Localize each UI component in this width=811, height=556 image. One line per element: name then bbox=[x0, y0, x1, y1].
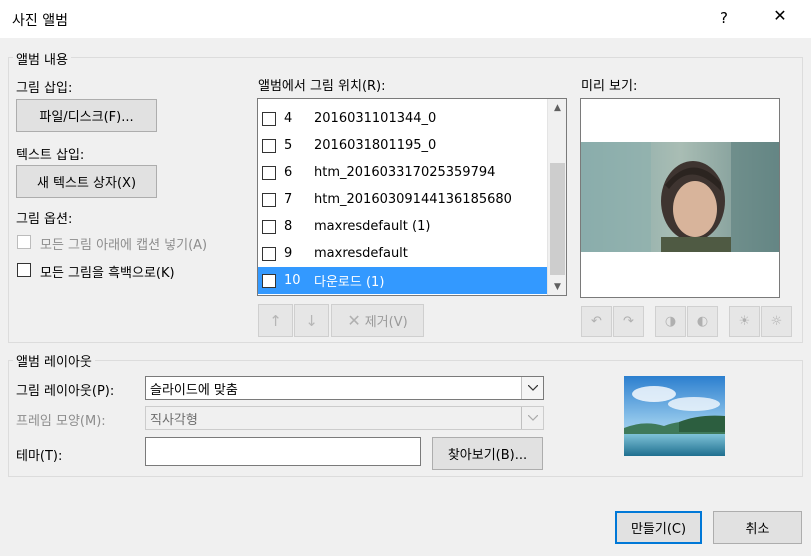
cancel-button[interactable]: 취소 bbox=[713, 511, 802, 544]
contrast-less-button[interactable]: ◐ bbox=[687, 306, 718, 337]
create-button[interactable]: 만들기(C) bbox=[615, 511, 702, 544]
list-item-number: 8 bbox=[284, 219, 293, 234]
brightness-less-icon: ☼ bbox=[770, 314, 783, 329]
picture-layout-value: 슬라이드에 맞춤 bbox=[150, 382, 238, 398]
title-bar bbox=[0, 0, 811, 38]
list-item[interactable]: 9 maxresdefault bbox=[258, 240, 547, 267]
arrow-down-icon: ↓ bbox=[305, 311, 318, 330]
move-up-button[interactable]: ↑ bbox=[258, 304, 293, 337]
list-item[interactable]: 4 2016031101344_0 bbox=[258, 105, 547, 132]
window-title: 사진 앨범 bbox=[12, 13, 68, 29]
arrow-up-icon: ↑ bbox=[269, 311, 282, 330]
insert-text-label: 텍스트 삽입: bbox=[16, 148, 85, 163]
picture-layout-label: 그림 레이아웃(P): bbox=[16, 384, 115, 399]
rotate-left-icon: ↶ bbox=[591, 314, 602, 329]
list-item[interactable]: 8 maxresdefault (1) bbox=[258, 213, 547, 240]
rotate-left-button[interactable]: ↶ bbox=[581, 306, 612, 337]
album-layout-legend: 앨범 레이아웃 bbox=[13, 351, 95, 370]
file-disk-button[interactable]: 파일/디스크(F)... bbox=[16, 99, 157, 132]
list-item-number: 9 bbox=[284, 246, 293, 261]
list-item-checkbox[interactable] bbox=[262, 219, 276, 234]
pictures-listbox[interactable]: 4 2016031101344_0 5 2016031801195_0 6 htm_201… bbox=[257, 98, 567, 296]
close-button[interactable]: ✕ bbox=[770, 6, 790, 30]
list-item-name: htm_20160309144136185680 bbox=[314, 192, 512, 207]
contrast-less-icon: ◐ bbox=[696, 314, 709, 329]
list-item[interactable] bbox=[258, 99, 547, 104]
list-item-checkbox[interactable] bbox=[262, 273, 276, 288]
insert-picture-label: 그림 삽입: bbox=[16, 81, 73, 96]
theme-input[interactable] bbox=[145, 437, 421, 466]
new-textbox-button[interactable]: 새 텍스트 상자(X) bbox=[16, 165, 157, 198]
chevron-down-icon bbox=[521, 377, 543, 399]
black-white-label: 모든 그림을 흑백으로(K) bbox=[40, 266, 175, 281]
list-item-name: 다운로드 (1) bbox=[314, 275, 385, 290]
frame-shape-select[interactable]: 직사각형 bbox=[145, 406, 544, 430]
list-item[interactable]: 5 2016031801195_0 bbox=[258, 132, 547, 159]
frame-shape-value: 직사각형 bbox=[150, 412, 198, 428]
brightness-more-icon: ☀ bbox=[738, 314, 751, 329]
browse-button[interactable]: 찾아보기(B)... bbox=[432, 437, 543, 470]
chevron-down-icon bbox=[521, 407, 543, 429]
list-item-number: 7 bbox=[284, 192, 293, 207]
brightness-more-button[interactable]: ☀ bbox=[729, 306, 760, 337]
list-item-name: maxresdefault bbox=[314, 246, 408, 261]
picture-options-label: 그림 옵션: bbox=[16, 212, 73, 227]
album-content-legend: 앨범 내용 bbox=[13, 49, 71, 68]
list-item-checkbox[interactable] bbox=[262, 192, 276, 207]
rotate-right-button[interactable]: ↷ bbox=[613, 306, 644, 337]
help-button[interactable]: ? bbox=[716, 9, 732, 27]
rotate-right-icon: ↷ bbox=[623, 314, 634, 329]
frame-shape-label: 프레임 모양(M): bbox=[16, 414, 106, 429]
picture-preview bbox=[580, 98, 780, 298]
remove-label: 제거(V) bbox=[364, 315, 408, 330]
theme-label: 테마(T): bbox=[16, 449, 63, 464]
layout-preview-image bbox=[624, 376, 725, 456]
list-item-name: maxresdefault (1) bbox=[314, 219, 431, 234]
list-item-checkbox[interactable] bbox=[262, 138, 276, 153]
list-item[interactable]: 7 htm_20160309144136185680 bbox=[258, 186, 547, 213]
list-item[interactable]: 6 htm_201603317025359794 bbox=[258, 159, 547, 186]
remove-button[interactable]: ✕ 제거(V) bbox=[331, 304, 424, 337]
list-item-checkbox[interactable] bbox=[262, 165, 276, 180]
list-item-number: 4 bbox=[284, 111, 293, 126]
scroll-up-icon[interactable]: ▲ bbox=[548, 99, 566, 116]
list-item-checkbox[interactable] bbox=[262, 111, 276, 126]
list-item-name: 2016031101344_0 bbox=[314, 111, 437, 126]
list-item-name: htm_201603317025359794 bbox=[314, 165, 496, 180]
brightness-less-button[interactable]: ☼ bbox=[761, 306, 792, 337]
picture-layout-select[interactable]: 슬라이드에 맞춤 bbox=[145, 376, 544, 400]
list-item-number: 6 bbox=[284, 165, 293, 180]
x-remove-icon: ✕ bbox=[347, 311, 361, 330]
scroll-down-icon[interactable]: ▼ bbox=[548, 278, 566, 295]
black-white-checkbox[interactable] bbox=[17, 263, 31, 277]
list-item[interactable]: 10 다운로드 (1) bbox=[258, 267, 547, 294]
pictures-in-album-label: 앨범에서 그림 위치(R): bbox=[258, 79, 386, 94]
list-item-name: 2016031801195_0 bbox=[314, 138, 437, 153]
contrast-more-icon: ◑ bbox=[664, 314, 677, 329]
preview-image bbox=[581, 99, 779, 297]
preview-label: 미리 보기: bbox=[581, 79, 638, 94]
list-item-checkbox[interactable] bbox=[262, 246, 276, 261]
contrast-more-button[interactable]: ◑ bbox=[655, 306, 686, 337]
list-item-number: 5 bbox=[284, 138, 293, 153]
list-item-number: 10 bbox=[284, 273, 301, 288]
captions-below-label: 모든 그림 아래에 캡션 넣기(A) bbox=[40, 238, 208, 253]
scroll-thumb[interactable] bbox=[550, 163, 565, 275]
listbox-scrollbar[interactable]: ▲ ▼ bbox=[547, 99, 566, 295]
move-down-button[interactable]: ↓ bbox=[294, 304, 329, 337]
captions-below-checkbox[interactable] bbox=[17, 235, 31, 249]
